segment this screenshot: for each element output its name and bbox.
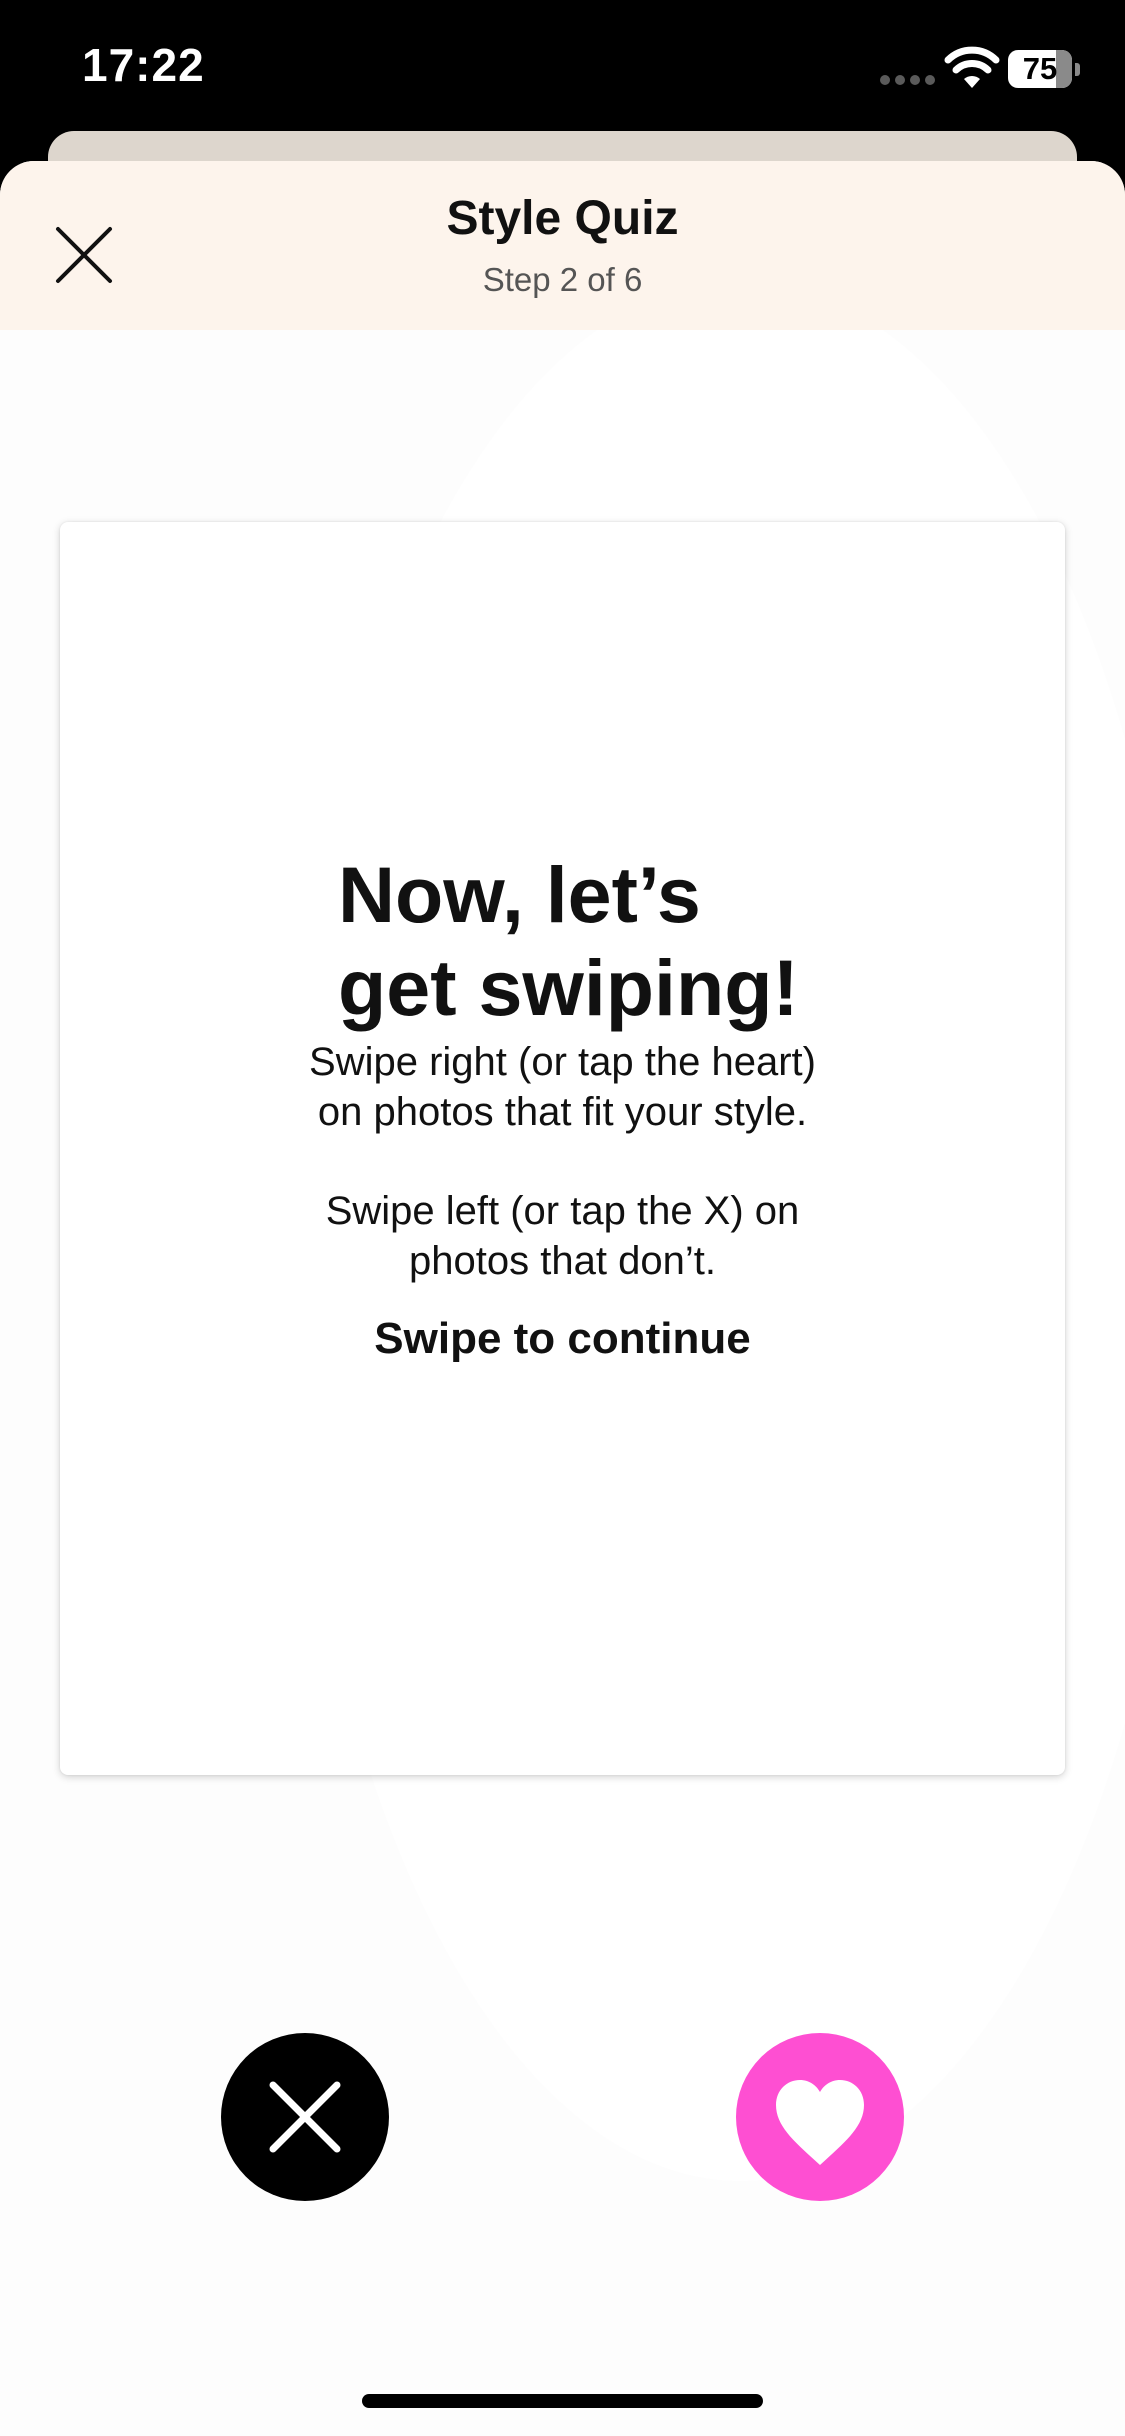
instruction-line: Swipe right (or tap the heart) [309,1040,816,1084]
swipe-to-continue-label: Swipe to continue [374,1314,751,1363]
home-indicator[interactable] [362,2394,763,2408]
wifi-icon [944,46,1000,90]
instruction-line: photos that don’t. [409,1239,716,1283]
screen: 17:22 75 Style Quiz Step 2 of 6 Now, let… [0,0,1125,2436]
like-button[interactable] [736,2033,904,2201]
quiz-header: Style Quiz Step 2 of 6 [0,161,1125,330]
swipe-right-instructions: Swipe right (or tap the heart) on photos… [60,1037,1065,1137]
reject-button[interactable] [221,2033,389,2201]
heart-icon [776,2080,864,2165]
intro-card[interactable]: Now, let’s get swiping! Swipe right (or … [60,522,1065,1775]
swipe-left-instructions: Swipe left (or tap the X) on photos that… [60,1186,1065,1286]
step-indicator: Step 2 of 6 [482,261,643,298]
status-time: 17:22 [82,39,205,91]
signal-icon [880,75,936,87]
page-title: Style Quiz [446,192,679,245]
card-headline-line: get swiping! [338,943,799,1032]
battery-icon: 75 [1008,50,1080,88]
instruction-line: Swipe left (or tap the X) on [325,1189,800,1233]
card-headline: Now, let’s get swiping! [338,848,898,1034]
x-icon [269,2081,341,2153]
instruction-line: on photos that fit your style. [317,1090,808,1134]
status-bar: 17:22 75 [0,0,1125,140]
card-headline-line: Now, let’s [338,850,701,939]
style-quiz-sheet: Style Quiz Step 2 of 6 Now, let’s get sw… [0,161,1125,2436]
battery-level: 75 [1022,51,1058,86]
